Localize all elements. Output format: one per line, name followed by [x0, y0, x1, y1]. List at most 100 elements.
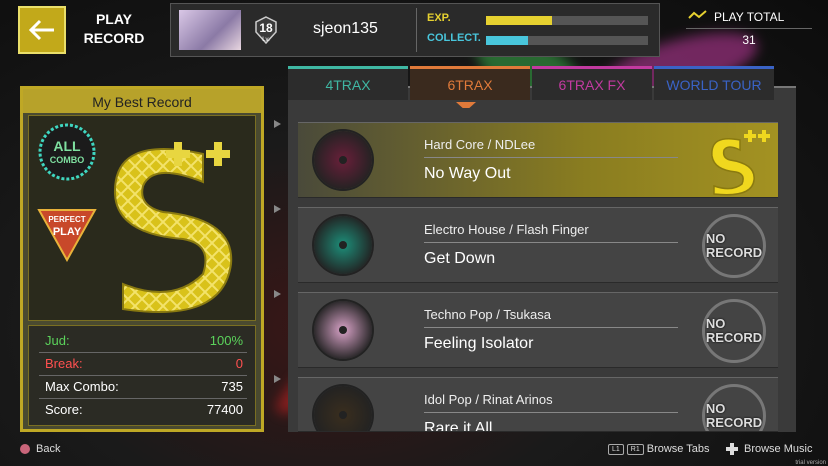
stat-value: 735	[221, 379, 243, 394]
song-genre: Idol Pop / Rinat Arinos	[424, 392, 553, 407]
disc-hole	[339, 326, 347, 334]
perfect-top: PERFECT	[48, 215, 85, 224]
stat-value: 100%	[209, 333, 243, 348]
stat-max-combo: Max Combo: 735	[39, 376, 247, 399]
exp-bar	[486, 16, 648, 25]
song-row-feeling-isolator[interactable]: Techno Pop / Tsukasa Feeling Isolator NO…	[298, 292, 778, 368]
footer-browse-tabs-label: Browse Tabs	[646, 443, 710, 455]
song-row-rare-it-all[interactable]: Idol Pop / Rinat Arinos Rare it All NO RE…	[298, 377, 778, 432]
all-combo-badge: ALL COMBO	[38, 123, 96, 181]
collect-bar-fill	[486, 36, 529, 45]
tab-label: WORLD TOUR	[666, 76, 762, 93]
stats-box: Jud: 100% Break: 0 Max Combo: 735 Score:…	[28, 325, 256, 426]
perfect-play-badge: PERFECT PLAY	[37, 209, 97, 262]
disc-hole	[339, 411, 347, 419]
l1-key-icon: L1	[608, 443, 624, 455]
grade-s-plus-plus-icon	[711, 130, 770, 196]
no-record-word: RECORD	[705, 245, 763, 260]
exp-bar-fill	[486, 16, 553, 25]
play-total-divider	[686, 28, 812, 29]
stat-value: 0	[235, 356, 243, 371]
r1-key-icon: R1	[626, 443, 644, 455]
no-record-text: NO RECORD	[706, 317, 762, 345]
song-title: No Way Out	[424, 165, 511, 182]
footer-back-label: Back	[36, 443, 61, 455]
stat-value: 77400	[206, 402, 243, 417]
footer-back[interactable]: Back	[20, 443, 60, 455]
disc-hole	[339, 156, 347, 164]
tab-label: 6TRAX	[447, 76, 493, 93]
tab-6trax[interactable]: 6TRAX	[410, 66, 530, 100]
collect-bar	[486, 36, 648, 45]
song-divider	[424, 157, 678, 158]
no-record-badge: NO RECORD	[702, 299, 766, 363]
album-disc	[314, 301, 372, 359]
no-record-word: RECORD	[705, 415, 763, 430]
dpad-icon	[726, 443, 738, 456]
tab-4trax[interactable]: 4TRAX	[288, 66, 408, 100]
stat-key: Score:	[45, 402, 83, 417]
level-badge: 18 Lv.	[254, 16, 278, 44]
grade-area: ALL COMBO PERFECT PLAY	[28, 115, 256, 321]
stat-key: Max Combo:	[45, 379, 119, 394]
scroll-marker	[274, 205, 281, 213]
song-genre: Hard Core / NDLee	[424, 137, 536, 152]
album-disc	[314, 386, 372, 431]
song-divider	[424, 412, 678, 413]
tab-world-tour[interactable]: WORLD TOUR	[654, 66, 774, 100]
grade-s-plus-plus	[113, 142, 233, 313]
page-title: PLAY RECORD	[78, 10, 150, 48]
no-record-word: NO	[705, 231, 726, 246]
song-list: Hard Core / NDLee No Way Out Electro Hou…	[288, 108, 796, 432]
footer-browse-music[interactable]: Browse Music	[724, 443, 813, 456]
footer-browse-music-label: Browse Music	[744, 443, 813, 455]
best-record-panel: My Best Record ALL COMBO PERFECT PLAY Ju…	[20, 86, 264, 432]
song-row-get-down[interactable]: Electro House / Flash Finger Get Down NO…	[298, 207, 778, 283]
no-record-word: NO	[705, 316, 726, 331]
song-divider	[424, 327, 678, 328]
avatar	[179, 10, 241, 50]
song-title: Get Down	[424, 250, 496, 267]
song-row-no-way-out[interactable]: Hard Core / NDLee No Way Out	[298, 122, 778, 198]
tab-label: 4TRAX	[325, 76, 371, 93]
arrow-left-icon	[28, 19, 54, 41]
all-combo-top: ALL	[53, 138, 81, 154]
back-button[interactable]	[18, 6, 66, 54]
stat-score: Score: 77400	[39, 399, 247, 421]
song-divider	[424, 242, 678, 243]
page-title-line2: RECORD	[83, 30, 145, 46]
profile-bar: 18 Lv. sjeon135 EXP. COLLECT.	[170, 3, 660, 57]
song-title: Rare it All	[424, 420, 493, 432]
no-record-word: NO	[705, 401, 726, 416]
all-combo-bottom: COMBO	[50, 155, 85, 165]
play-total-label: PLAY TOTAL	[714, 10, 785, 24]
username: sjeon135	[313, 20, 378, 37]
collect-label: COLLECT.	[427, 32, 481, 44]
no-record-word: RECORD	[705, 330, 763, 345]
no-record-text: NO RECORD	[706, 232, 762, 260]
stat-key: Break:	[45, 356, 83, 371]
page-title-line1: PLAY	[95, 11, 133, 27]
album-disc	[314, 131, 372, 189]
play-total-value: 31	[742, 33, 756, 47]
album-disc	[314, 216, 372, 274]
footer-browse-tabs[interactable]: L1 R1 Browse Tabs	[608, 443, 710, 455]
scroll-marker	[274, 290, 281, 298]
stat-break: Break: 0	[39, 353, 247, 376]
song-genre: Techno Pop / Tsukasa	[424, 307, 551, 322]
stat-jud: Jud: 100%	[39, 330, 247, 353]
trend-icon	[688, 10, 707, 19]
scroll-marker	[274, 120, 281, 128]
song-genre: Electro House / Flash Finger	[424, 222, 589, 237]
circle-button-icon	[20, 444, 30, 455]
no-record-badge: NO RECORD	[702, 384, 766, 431]
best-record-title: My Best Record	[23, 89, 261, 113]
level-number: 18	[259, 21, 273, 35]
tab-label: 6TRAX FX	[558, 76, 626, 93]
divider	[416, 8, 417, 52]
tab-6trax-fx[interactable]: 6TRAX FX	[532, 66, 652, 100]
perfect-bottom: PLAY	[53, 226, 82, 238]
scroll-marker	[274, 375, 281, 383]
disc-hole	[339, 241, 347, 249]
exp-label: EXP.	[427, 12, 451, 24]
